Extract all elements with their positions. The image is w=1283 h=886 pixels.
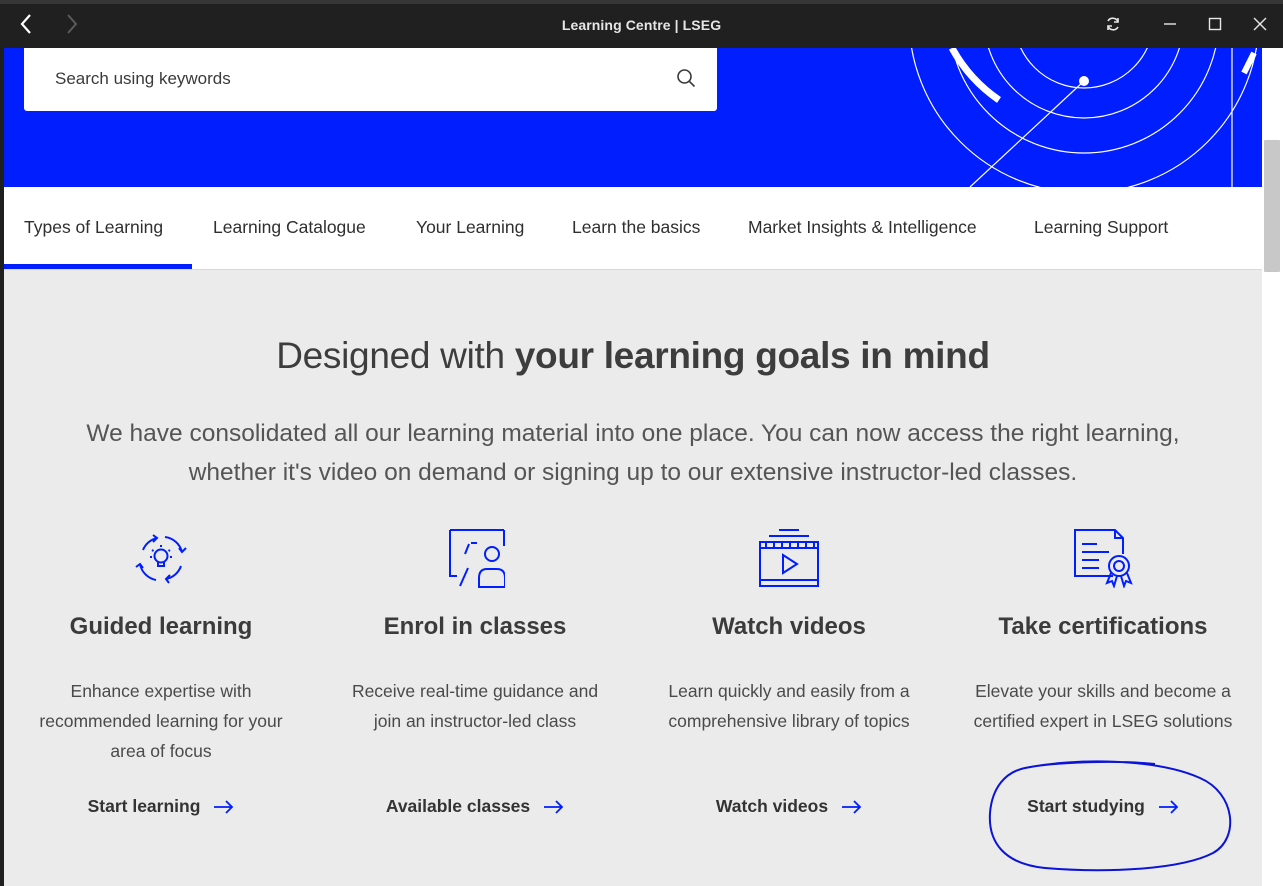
- arrow-right-icon: [1158, 799, 1179, 814]
- minimize-button[interactable]: [1157, 0, 1183, 48]
- watch-videos-link[interactable]: Watch videos: [632, 796, 946, 817]
- card-watch-videos: Watch videos Learn quickly and easily fr…: [632, 526, 946, 856]
- start-studying-link[interactable]: Start studying: [946, 796, 1260, 817]
- card-take-certifications: Take certifications Elevate your skills …: [946, 526, 1260, 856]
- section-tabs: Types of Learning Learning Catalogue You…: [4, 187, 1262, 270]
- card-guided-learning: Guided learning Enhance expertise with r…: [4, 526, 318, 856]
- video-player-icon: [759, 529, 819, 587]
- refresh-icon: [1107, 17, 1119, 31]
- tab-learning-catalogue[interactable]: Learning Catalogue: [193, 187, 386, 269]
- tab-your-learning[interactable]: Your Learning: [396, 187, 544, 269]
- card-title: Take certifications: [998, 613, 1208, 640]
- search-input[interactable]: [55, 68, 635, 90]
- hero-decoration: [910, 48, 1258, 187]
- card-enrol-in-classes: Enrol in classes Receive real-time guida…: [318, 526, 632, 856]
- card-description: Learn quickly and easily from a comprehe…: [668, 681, 910, 731]
- title-bar: Learning Centre | LSEG: [0, 0, 1283, 48]
- minimize-icon: [1164, 23, 1176, 25]
- arrow-right-icon: [214, 799, 234, 814]
- tab-market-insights[interactable]: Market Insights & Intelligence: [728, 187, 997, 269]
- card-description: Elevate your skills and become a certifi…: [973, 681, 1233, 731]
- link-label: Start learning: [87, 796, 201, 816]
- card-description: Receive real-time guidance and join an i…: [351, 681, 599, 731]
- link-label: Available classes: [385, 796, 531, 816]
- close-button[interactable]: [1247, 0, 1273, 48]
- page-title: Designed with your learning goals in min…: [4, 335, 1262, 377]
- card-description: Enhance expertise with recommended learn…: [39, 681, 283, 761]
- maximize-button[interactable]: [1202, 0, 1228, 48]
- refresh-lightbulb-icon: [135, 534, 187, 584]
- search-box: [24, 48, 717, 111]
- search-icon[interactable]: [675, 67, 697, 89]
- card-title: Watch videos: [712, 613, 866, 640]
- link-label: Watch videos: [715, 796, 829, 816]
- tab-types-of-learning[interactable]: Types of Learning: [4, 187, 192, 269]
- headline-regular: Designed with: [276, 335, 515, 376]
- arrow-right-icon: [842, 799, 862, 814]
- headline-bold: your learning goals in mind: [514, 335, 990, 376]
- window-title: Learning Centre | LSEG: [561, 17, 722, 33]
- card-title: Enrol in classes: [383, 613, 567, 640]
- hero-banner: [4, 48, 1262, 187]
- page-viewport: Types of Learning Learning Catalogue You…: [4, 48, 1262, 886]
- tab-learn-the-basics[interactable]: Learn the basics: [552, 187, 720, 269]
- arrow-right-icon: [544, 799, 564, 814]
- available-classes-link[interactable]: Available classes: [318, 796, 632, 817]
- scrollbar-thumb[interactable]: [1264, 140, 1280, 272]
- card-title: Guided learning: [69, 613, 253, 640]
- close-icon: [1253, 17, 1267, 31]
- tab-learning-support[interactable]: Learning Support: [1014, 187, 1188, 269]
- start-learning-link[interactable]: Start learning: [4, 796, 318, 817]
- intro-text: We have consolidated all our learning ma…: [86, 420, 1180, 486]
- presenter-board-icon: [449, 529, 505, 588]
- certificate-icon: [1074, 529, 1133, 588]
- link-label: Start studying: [1027, 796, 1145, 816]
- refresh-button[interactable]: [1100, 0, 1126, 48]
- maximize-icon: [1208, 17, 1222, 31]
